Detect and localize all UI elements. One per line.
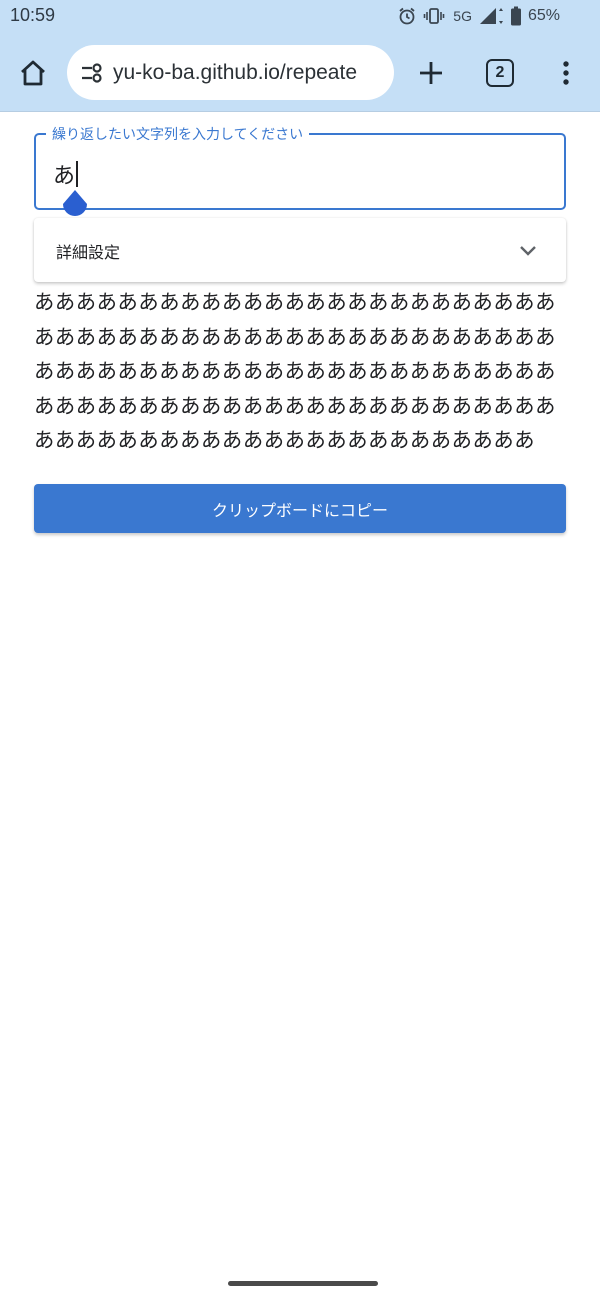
status-time: 10:59 [10,5,56,25]
site-settings-icon[interactable] [79,60,105,86]
address-bar[interactable]: yu-ko-ba.github.io/repeate [67,45,394,100]
copy-to-clipboard-button[interactable]: クリップボードにコピー [34,484,566,533]
chevron-down-icon [520,246,536,256]
input-value-wrapper[interactable]: あ [53,158,79,190]
more-vert-icon [563,61,569,85]
advanced-settings-accordion[interactable]: 詳細設定 [34,218,566,282]
input-value: あ [53,164,76,189]
advanced-settings-label: 詳細設定 [56,243,121,262]
text-caret [76,161,79,187]
alarm-icon [397,6,417,26]
signal-icon [478,6,504,26]
caret-handle-icon[interactable] [61,190,89,220]
gesture-navigation-bar[interactable] [228,1281,378,1286]
status-bar: 10:59 5G 65% [0,0,600,32]
tab-count: 2 [495,64,505,81]
network-type: 5G [453,8,472,24]
home-icon [21,60,45,86]
browser-menu-button[interactable] [552,56,580,90]
battery-icon [510,6,522,26]
status-icons: 5G 65% [397,5,560,27]
home-button[interactable] [14,54,52,92]
repeat-text-input[interactable] [34,133,566,210]
battery-level: 65% [527,7,560,24]
browser-toolbar: 10:59 5G 65% yu-ko-ba.github.io/repeate [0,0,600,112]
new-tab-button[interactable] [414,56,448,90]
repeated-output-text: ああああああああああああああああああああああああああああああああああああああああ… [34,290,557,452]
tab-switcher-button[interactable]: 2 [486,59,514,87]
url-text: yu-ko-ba.github.io/repeate [113,60,357,84]
plus-icon [420,62,442,84]
input-label: 繰り返したい文字列を入力してください [46,124,310,144]
vibrate-icon [423,6,445,26]
